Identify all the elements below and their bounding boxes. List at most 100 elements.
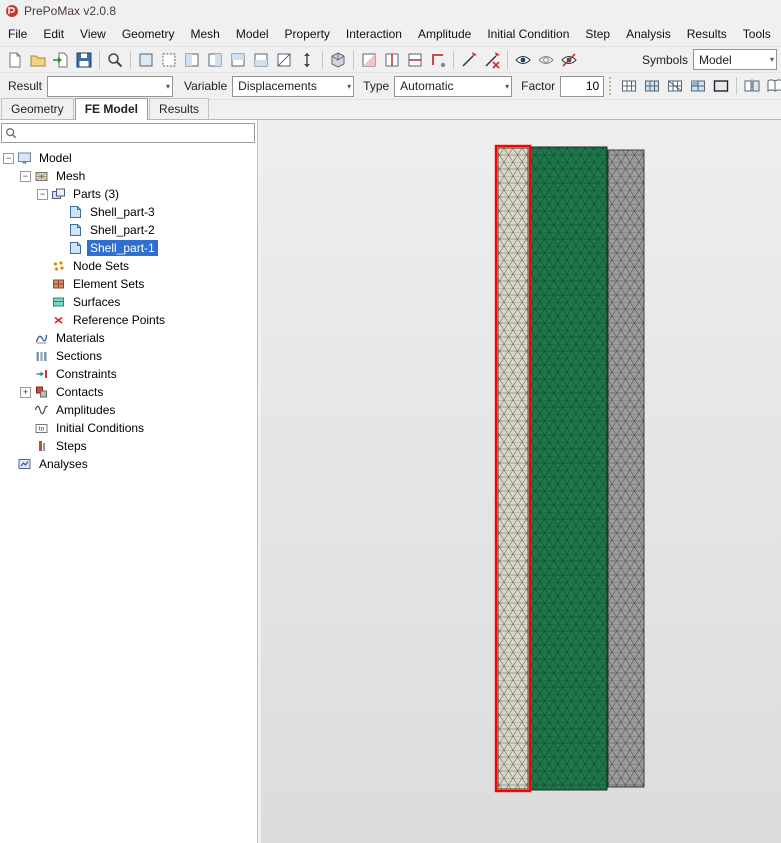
menu-step[interactable]: Step bbox=[577, 23, 618, 45]
tree-item-analyses[interactable]: Analyses bbox=[0, 455, 257, 473]
show-transparent-icon[interactable] bbox=[535, 49, 557, 71]
show-undeformed-icon[interactable] bbox=[618, 75, 640, 97]
query-remove-icon[interactable] bbox=[481, 49, 503, 71]
viewport-canvas[interactable] bbox=[261, 120, 781, 843]
collapse-icon[interactable]: − bbox=[37, 188, 48, 200]
tree-item-element-sets[interactable]: Element Sets bbox=[0, 275, 257, 293]
view-normal-to-icon[interactable] bbox=[296, 49, 318, 71]
view-left-icon[interactable] bbox=[181, 49, 203, 71]
tree-filter-input[interactable] bbox=[20, 125, 251, 141]
tab-geometry[interactable]: Geometry bbox=[1, 98, 74, 119]
tree-item-model[interactable]: − Model bbox=[0, 149, 257, 167]
view-front-icon[interactable] bbox=[135, 49, 157, 71]
tree-item-label: Steps bbox=[56, 439, 87, 453]
menu-amplitude[interactable]: Amplitude bbox=[410, 23, 479, 45]
show-all-icon[interactable] bbox=[512, 49, 534, 71]
tree-item-label: Initial Conditions bbox=[56, 421, 145, 435]
menu-tools[interactable]: Tools bbox=[735, 23, 779, 45]
tree-item-parts[interactable]: − Parts (3) bbox=[0, 185, 257, 203]
import-file-icon[interactable] bbox=[50, 49, 72, 71]
transform-part-icon[interactable] bbox=[427, 49, 449, 71]
tree-item-steps[interactable]: Steps bbox=[0, 437, 257, 455]
mesh-overlay bbox=[498, 148, 528, 789]
show-deformed-wireframe-icon[interactable] bbox=[664, 75, 686, 97]
steps-icon bbox=[39, 441, 45, 451]
save-icon[interactable] bbox=[73, 49, 95, 71]
tree-item-reference-points[interactable]: Reference Points bbox=[0, 311, 257, 329]
materials-icon bbox=[35, 334, 48, 344]
view-top-icon[interactable] bbox=[227, 49, 249, 71]
menu-edit[interactable]: Edit bbox=[35, 23, 72, 45]
tree-item-shell-part-2[interactable]: Shell_part-2 bbox=[0, 221, 257, 239]
show-deformed-icon[interactable] bbox=[641, 75, 663, 97]
view-bottom-icon[interactable] bbox=[250, 49, 272, 71]
tree-item-mesh[interactable]: − Mesh bbox=[0, 167, 257, 185]
window-title: PrePoMax v2.0.8 bbox=[24, 3, 117, 18]
menu-model[interactable]: Model bbox=[228, 23, 277, 45]
type-combobox[interactable]: Automatic ▾ bbox=[394, 75, 513, 97]
tree-item-surfaces[interactable]: Surfaces bbox=[0, 293, 257, 311]
model-tree-panel: − Model − Mesh − Parts (3) Shell_part-3 bbox=[0, 120, 258, 843]
mesh-overlay bbox=[530, 147, 607, 790]
tab-fe-model[interactable]: FE Model bbox=[74, 98, 149, 120]
tree-item-materials[interactable]: Materials bbox=[0, 329, 257, 347]
show-results-icon[interactable] bbox=[687, 75, 709, 97]
tree-item-node-sets[interactable]: Node Sets bbox=[0, 257, 257, 275]
tree-item-initial-conditions[interactable]: to Initial Conditions bbox=[0, 419, 257, 437]
collapse-icon[interactable]: − bbox=[3, 152, 14, 164]
chevron-down-icon: ▾ bbox=[347, 81, 352, 91]
view-isometric-icon[interactable] bbox=[273, 49, 295, 71]
toolbar-separator bbox=[130, 50, 131, 69]
zoom-icon[interactable] bbox=[104, 49, 126, 71]
expand-icon[interactable]: + bbox=[20, 386, 31, 398]
mirror-view-icon[interactable] bbox=[741, 75, 763, 97]
menu-view[interactable]: View bbox=[72, 23, 114, 45]
view-right-icon[interactable] bbox=[204, 49, 226, 71]
menu-initial-condition[interactable]: Initial Condition bbox=[479, 23, 577, 45]
symbols-value: Model bbox=[699, 52, 732, 67]
tree-item-label: Parts (3) bbox=[73, 187, 120, 201]
factor-input[interactable] bbox=[560, 75, 605, 97]
type-label: Type bbox=[363, 79, 390, 93]
menu-file[interactable]: File bbox=[0, 23, 35, 45]
tree-item-sections[interactable]: Sections bbox=[0, 347, 257, 365]
tree-search-box[interactable] bbox=[1, 123, 255, 143]
main-toolbar: Symbols Model ▾ bbox=[0, 46, 781, 72]
show-edges-icon[interactable] bbox=[710, 75, 732, 97]
query-point-icon[interactable] bbox=[458, 49, 480, 71]
menu-geometry[interactable]: Geometry bbox=[114, 23, 183, 45]
section-cut-1-icon[interactable] bbox=[358, 49, 380, 71]
menu-property[interactable]: Property bbox=[277, 23, 338, 45]
menu-mesh[interactable]: Mesh bbox=[183, 23, 228, 45]
menu-interaction[interactable]: Interaction bbox=[338, 23, 410, 45]
tree-item-label: Element Sets bbox=[73, 277, 145, 291]
constraints-icon bbox=[36, 370, 47, 378]
open-file-icon[interactable] bbox=[27, 49, 49, 71]
section-cut-3-icon[interactable] bbox=[404, 49, 426, 71]
reference-points-icon bbox=[54, 316, 63, 324]
hide-symbols-icon[interactable] bbox=[558, 49, 580, 71]
part-icon bbox=[70, 224, 81, 236]
section-cut-2-icon[interactable] bbox=[381, 49, 403, 71]
new-file-icon[interactable] bbox=[4, 49, 26, 71]
view-back-icon[interactable] bbox=[158, 49, 180, 71]
tree-item-amplitudes[interactable]: Amplitudes bbox=[0, 401, 257, 419]
tree-item-label: Shell_part-2 bbox=[90, 223, 155, 237]
model-icon bbox=[18, 152, 31, 164]
variable-combobox[interactable]: Displacements ▾ bbox=[232, 75, 355, 97]
tab-results[interactable]: Results bbox=[149, 98, 210, 119]
mesh-icon bbox=[35, 172, 48, 181]
viewport-3d[interactable] bbox=[261, 120, 781, 843]
tree-item-shell-part-1[interactable]: Shell_part-1 bbox=[0, 239, 257, 257]
menu-results[interactable]: Results bbox=[679, 23, 735, 45]
book-view-icon[interactable] bbox=[764, 75, 781, 97]
menu-analysis[interactable]: Analysis bbox=[618, 23, 679, 45]
tree-item-shell-part-3[interactable]: Shell_part-3 bbox=[0, 203, 257, 221]
symbols-combobox[interactable]: Model ▾ bbox=[693, 49, 777, 70]
tree-item-contacts[interactable]: + Contacts bbox=[0, 383, 257, 401]
result-combobox[interactable]: ▾ bbox=[47, 75, 174, 97]
toolbar-separator bbox=[353, 50, 354, 69]
perspective-cube-icon[interactable] bbox=[327, 49, 349, 71]
collapse-icon[interactable]: − bbox=[20, 170, 31, 182]
tree-item-constraints[interactable]: Constraints bbox=[0, 365, 257, 383]
